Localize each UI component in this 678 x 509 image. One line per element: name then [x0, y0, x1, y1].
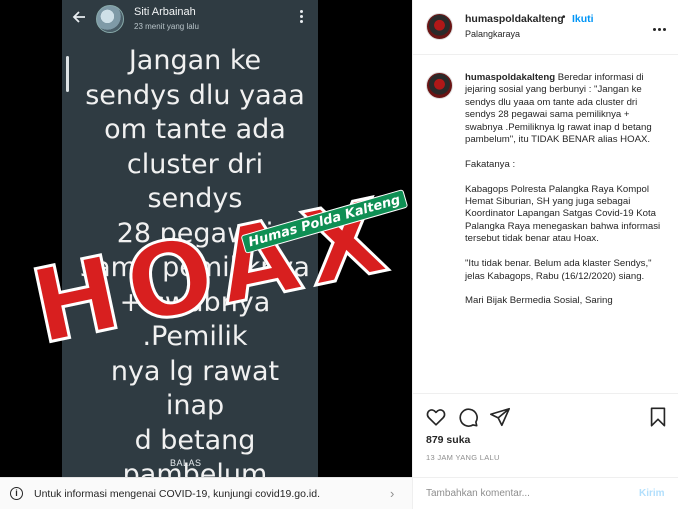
bookmark-icon[interactable]	[647, 406, 669, 428]
status-time: 23 menit yang lalu	[134, 22, 199, 31]
caption-area[interactable]: humaspoldakalteng Beredar informasi di j…	[413, 56, 678, 392]
author-username[interactable]: humaspoldakalteng	[465, 13, 564, 25]
comment-bar: Tambahkan komentar... Kirim	[413, 477, 678, 509]
covid-info-banner[interactable]: i Untuk informasi mengenai COVID-19, kun…	[0, 477, 412, 509]
more-horizontal-icon[interactable]	[653, 18, 669, 31]
share-icon[interactable]	[489, 406, 511, 428]
caption-avatar[interactable]	[426, 72, 453, 99]
follow-button[interactable]: Ikuti	[572, 13, 594, 25]
caption-body: Beredar informasi di jejaring sosial yan…	[465, 72, 661, 307]
status-header: Siti Arbainah 23 menit yang lalu	[62, 0, 318, 38]
separator-dot: •	[562, 12, 566, 23]
caption-text: humaspoldakalteng Beredar informasi di j…	[465, 72, 665, 308]
info-icon: i	[10, 487, 23, 500]
post-header: humaspoldakalteng • Ikuti Palangkaraya	[413, 0, 678, 55]
caption-username[interactable]: humaspoldakalteng	[465, 72, 555, 83]
covid-banner-text: Untuk informasi mengenai COVID-19, kunju…	[34, 488, 320, 500]
scroll-indicator	[66, 56, 69, 92]
chevron-up-icon: ^	[180, 444, 185, 454]
comment-input[interactable]: Tambahkan komentar...	[426, 488, 530, 499]
send-comment-button[interactable]: Kirim	[639, 488, 665, 499]
post-timestamp[interactable]: 13 JAM YANG LALU	[426, 453, 500, 462]
status-author: Siti Arbainah	[134, 6, 196, 18]
post-media[interactable]: Siti Arbainah 23 menit yang lalu Jangan …	[0, 0, 412, 477]
heart-icon[interactable]	[425, 406, 447, 428]
reply-label: BALAS	[170, 458, 202, 468]
author-avatar[interactable]	[426, 13, 453, 40]
status-avatar	[96, 5, 124, 33]
more-vertical-icon	[300, 10, 304, 26]
post-location[interactable]: Palangkaraya	[465, 29, 520, 39]
post-side-panel: humaspoldakalteng • Ikuti Palangkaraya h…	[412, 0, 678, 509]
like-count[interactable]: 879 suka	[426, 434, 470, 446]
action-bar: 879 suka 13 JAM YANG LALU	[413, 393, 678, 477]
instagram-post-view: Siti Arbainah 23 menit yang lalu Jangan …	[0, 0, 678, 509]
chevron-right-icon: ›	[390, 486, 395, 501]
back-arrow-icon	[70, 8, 90, 28]
comment-icon[interactable]	[457, 406, 479, 428]
